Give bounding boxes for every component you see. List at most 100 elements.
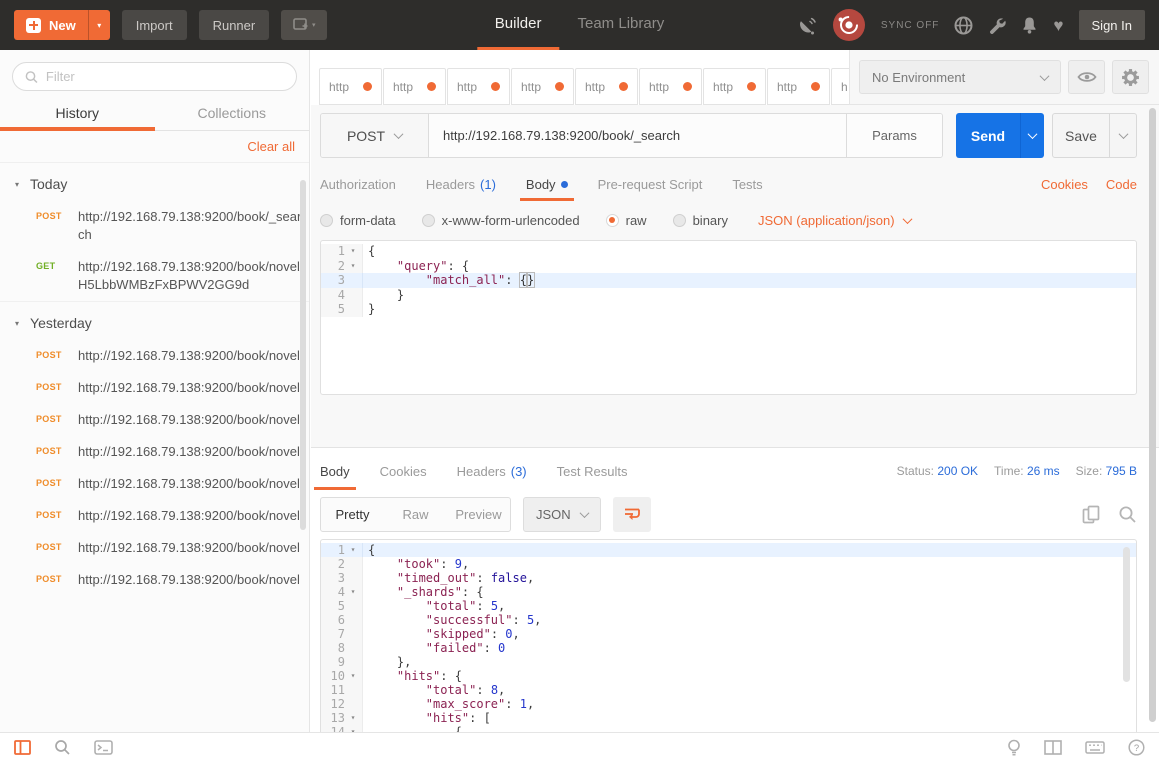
body-mode-raw[interactable]: raw bbox=[606, 213, 647, 228]
clear-all-link[interactable]: Clear all bbox=[247, 139, 295, 154]
search-response-icon[interactable] bbox=[1118, 505, 1137, 524]
fold-icon[interactable]: ▾ bbox=[345, 725, 361, 732]
request-tab[interactable]: http bbox=[639, 68, 702, 105]
history-group-header[interactable]: ▾Today bbox=[0, 163, 309, 201]
sidebar-tab-history[interactable]: History bbox=[0, 97, 155, 130]
two-pane-layout-icon[interactable] bbox=[1044, 740, 1062, 755]
history-group-header[interactable]: ▾Yesterday bbox=[0, 301, 309, 340]
request-tab-headers[interactable]: Headers(1) bbox=[426, 163, 496, 205]
request-tab-body[interactable]: Body bbox=[526, 163, 568, 205]
request-tab[interactable]: http bbox=[511, 68, 574, 105]
settings-button[interactable] bbox=[1112, 60, 1149, 94]
history-item[interactable]: POSThttp://192.168.79.138:9200/book/nove… bbox=[0, 564, 309, 596]
request-tab-authorization[interactable]: Authorization bbox=[320, 163, 396, 205]
fold-icon[interactable]: ▾ bbox=[345, 244, 361, 259]
runner-button[interactable]: Runner bbox=[199, 10, 270, 40]
lightbulb-icon[interactable] bbox=[1007, 739, 1021, 757]
view-preview-button[interactable]: Preview bbox=[447, 498, 510, 531]
response-tab-cookies[interactable]: Cookies bbox=[380, 448, 427, 494]
request-tab[interactable]: http bbox=[703, 68, 766, 105]
wrench-icon[interactable] bbox=[988, 16, 1006, 34]
history-item[interactable]: POSThttp://192.168.79.138:9200/book/nove… bbox=[0, 340, 309, 372]
heart-icon[interactable]: ♥ bbox=[1053, 17, 1063, 34]
history-item[interactable]: POSThttp://192.168.79.138:9200/book/_sea… bbox=[0, 201, 309, 251]
response-tab-body[interactable]: Body bbox=[320, 448, 350, 494]
view-pretty-button[interactable]: Pretty bbox=[321, 498, 384, 531]
response-body-editor[interactable]: 1▾{2"took": 9,3"timed_out": false,4▾"_sh… bbox=[320, 539, 1137, 732]
code-line[interactable]: 1▾{ bbox=[321, 244, 1136, 259]
new-button[interactable]: New bbox=[14, 10, 88, 40]
fold-icon[interactable]: ▾ bbox=[345, 543, 361, 557]
code-line[interactable]: 5"total": 5, bbox=[321, 599, 1136, 613]
request-tab-tests[interactable]: Tests bbox=[732, 163, 762, 205]
body-mode-binary[interactable]: binary bbox=[673, 213, 728, 228]
body-mode-x-www-form-urlencoded[interactable]: x-www-form-urlencoded bbox=[422, 213, 580, 228]
code-line[interactable]: 2"took": 9, bbox=[321, 557, 1136, 571]
satellite-icon[interactable] bbox=[797, 16, 817, 35]
bell-icon[interactable] bbox=[1021, 16, 1038, 34]
history-item[interactable]: POSThttp://192.168.79.138:9200/book/nove… bbox=[0, 372, 309, 404]
code-line[interactable]: 14▾{ bbox=[321, 725, 1136, 732]
body-mode-form-data[interactable]: form-data bbox=[320, 213, 396, 228]
sidebar-tab-collections[interactable]: Collections bbox=[155, 97, 310, 130]
history-item[interactable]: POSThttp://192.168.79.138:9200/book/nove… bbox=[0, 404, 309, 436]
filter-input[interactable] bbox=[46, 69, 284, 84]
send-dropdown-caret[interactable] bbox=[1020, 113, 1044, 158]
code-line[interactable]: 7"skipped": 0, bbox=[321, 627, 1136, 641]
code-line[interactable]: 5} bbox=[321, 302, 1136, 317]
request-tab[interactable]: http bbox=[575, 68, 638, 105]
environment-preview-button[interactable] bbox=[1068, 60, 1105, 94]
wrap-lines-button[interactable] bbox=[613, 497, 651, 532]
copy-icon[interactable] bbox=[1082, 505, 1101, 524]
params-button[interactable]: Params bbox=[846, 114, 942, 157]
history-item[interactable]: GEThttp://192.168.79.138:9200/book/novel… bbox=[0, 251, 309, 301]
send-button[interactable]: Send bbox=[956, 113, 1020, 158]
code-line[interactable]: 1▾{ bbox=[321, 543, 1136, 557]
history-item[interactable]: POSThttp://192.168.79.138:9200/book/nove… bbox=[0, 500, 309, 532]
request-tab[interactable]: http bbox=[383, 68, 446, 105]
request-tab[interactable]: http bbox=[447, 68, 510, 105]
request-tab-pre-request-script[interactable]: Pre-request Script bbox=[598, 163, 703, 205]
response-tab-test-results[interactable]: Test Results bbox=[557, 448, 628, 494]
response-tab-headers[interactable]: Headers(3) bbox=[457, 448, 527, 494]
code-line[interactable]: 2▾"query": { bbox=[321, 259, 1136, 274]
toggle-sidebar-icon[interactable] bbox=[14, 740, 31, 755]
code-line[interactable]: 4} bbox=[321, 288, 1136, 303]
history-item[interactable]: POSThttp://192.168.79.138:9200/book/nove… bbox=[0, 532, 309, 564]
history-item[interactable]: POSThttp://192.168.79.138:9200/book/nove… bbox=[0, 468, 309, 500]
raw-type-select[interactable]: JSON (application/json) bbox=[758, 213, 911, 228]
code-line[interactable]: 11"total": 8, bbox=[321, 683, 1136, 697]
request-tab[interactable]: http bbox=[319, 68, 382, 105]
help-icon[interactable]: ? bbox=[1128, 739, 1145, 756]
request-tab[interactable]: h bbox=[831, 68, 849, 105]
new-dropdown-caret[interactable]: ▾ bbox=[88, 10, 110, 40]
fold-icon[interactable]: ▾ bbox=[345, 669, 361, 683]
sidebar-scrollbar[interactable] bbox=[300, 180, 306, 530]
fold-icon[interactable]: ▾ bbox=[345, 259, 361, 274]
code-line[interactable]: 13▾"hits": [ bbox=[321, 711, 1136, 725]
fold-icon[interactable]: ▾ bbox=[345, 711, 361, 725]
history-item[interactable]: POSThttp://192.168.79.138:9200/book/nove… bbox=[0, 436, 309, 468]
code-line[interactable]: 10▾"hits": { bbox=[321, 669, 1136, 683]
sync-status-icon[interactable] bbox=[832, 8, 866, 42]
import-button[interactable]: Import bbox=[122, 10, 187, 40]
sign-in-button[interactable]: Sign In bbox=[1079, 10, 1145, 40]
code-line[interactable]: 3"timed_out": false, bbox=[321, 571, 1136, 585]
url-input[interactable] bbox=[429, 114, 846, 157]
method-select[interactable]: POST bbox=[321, 114, 429, 157]
code-link[interactable]: Code bbox=[1106, 177, 1137, 192]
code-line[interactable]: 12"max_score": 1, bbox=[321, 697, 1136, 711]
nav-tab-builder[interactable]: Builder bbox=[477, 0, 560, 50]
request-tab[interactable]: http bbox=[767, 68, 830, 105]
nav-tab-team-library[interactable]: Team Library bbox=[560, 0, 683, 50]
cookies-link[interactable]: Cookies bbox=[1041, 177, 1088, 192]
console-icon[interactable] bbox=[94, 740, 113, 755]
save-button[interactable]: Save bbox=[1053, 114, 1109, 157]
code-line[interactable]: 3"match_all": {} bbox=[321, 273, 1136, 288]
code-line[interactable]: 4▾"_shards": { bbox=[321, 585, 1136, 599]
code-line[interactable]: 9}, bbox=[321, 655, 1136, 669]
environment-select[interactable]: No Environment bbox=[859, 60, 1061, 94]
format-select[interactable]: JSON bbox=[523, 497, 601, 532]
search-everywhere-icon[interactable] bbox=[54, 739, 71, 756]
keyboard-shortcuts-icon[interactable] bbox=[1085, 741, 1105, 754]
